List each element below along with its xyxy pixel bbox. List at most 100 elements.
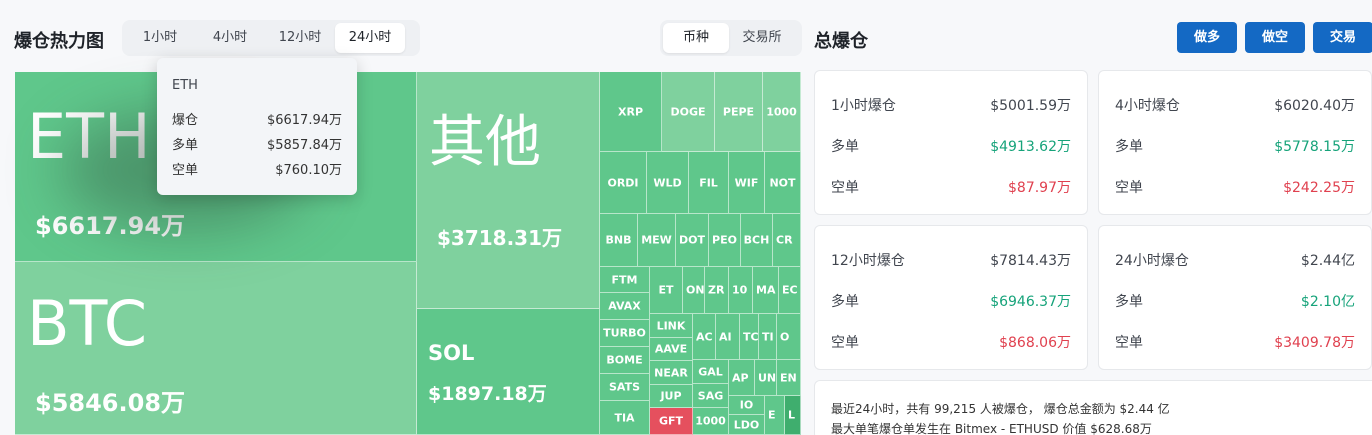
- summary-line-1: 最近24小时，共有 99,215 人被爆仓， 爆仓总金额为 $2.44 亿: [831, 402, 1170, 416]
- treemap-cell-wif[interactable]: WIF: [729, 152, 765, 214]
- treemap-cell-not[interactable]: NOT: [765, 152, 801, 214]
- tab-1h[interactable]: 1小时: [125, 23, 195, 53]
- treemap-cell-symbol: ON: [686, 283, 705, 297]
- treemap-cell-ma[interactable]: MA: [753, 267, 779, 314]
- treemap-cell-symbol: 1000: [766, 105, 797, 118]
- long-label: 多单: [1115, 139, 1143, 155]
- treemap-cell-turbo[interactable]: TURBO: [600, 320, 650, 347]
- treemap-cell-doge[interactable]: DOGE: [662, 72, 715, 152]
- tab-coin[interactable]: 币种: [663, 23, 729, 53]
- treemap-cell-near[interactable]: NEAR: [650, 361, 693, 385]
- treemap-cell-symbol: GAL: [698, 365, 723, 378]
- treemap-cell-dot[interactable]: DOT: [676, 214, 709, 267]
- tooltip-label: 爆仓: [172, 113, 199, 128]
- treemap-cell-on[interactable]: ON: [683, 267, 705, 314]
- tab-12h[interactable]: 12小时: [265, 23, 335, 53]
- treemap-cell-io[interactable]: IO: [729, 396, 765, 415]
- treemap-cell-en[interactable]: EN: [777, 360, 801, 396]
- treemap-cell-symbol: AC: [696, 330, 713, 343]
- treemap-cell-avax[interactable]: AVAX: [600, 293, 650, 320]
- tab-24h[interactable]: 24小时: [335, 23, 405, 53]
- treemap-cell-btc[interactable]: BTC $5846.08万: [15, 262, 417, 435]
- treemap-cell-symbol: L: [788, 408, 796, 422]
- treemap-cell-mew[interactable]: MEW: [638, 214, 676, 267]
- treemap-cell-10[interactable]: 10: [729, 267, 753, 314]
- treemap-cell-zr[interactable]: ZR: [705, 267, 729, 314]
- treemap-cell-ec[interactable]: EC: [779, 267, 801, 314]
- treemap-cell-e[interactable]: E: [765, 396, 785, 435]
- treemap-cell-aave[interactable]: AAVE: [650, 338, 693, 361]
- treemap-cell-symbol: TURBO: [603, 326, 646, 340]
- treemap-cell-ordi[interactable]: ORDI: [600, 152, 647, 214]
- tooltip-row: 爆仓 $6617.94万: [172, 109, 342, 134]
- liquidation-card-24h: 24小时爆仓 $2.44亿 多单 $2.10亿 空单 $3409.78万: [1098, 225, 1372, 370]
- treemap-cell-symbol: DOGE: [670, 105, 706, 118]
- treemap-cell-ftm[interactable]: FTM: [600, 267, 650, 293]
- treemap-cell-sol[interactable]: SOL $1897.18万: [417, 309, 600, 435]
- treemap-cell-ldo[interactable]: LDO: [729, 415, 765, 435]
- treemap-cell-bnb[interactable]: BNB: [600, 214, 638, 267]
- treemap-cell-symbol: EN: [780, 371, 797, 384]
- card-total-row: 24小时爆仓 $2.44亿: [1115, 250, 1355, 270]
- treemap-cell-gft[interactable]: GFT: [650, 408, 693, 435]
- treemap-cell-ap[interactable]: AP: [729, 360, 755, 396]
- treemap-cell-jup[interactable]: JUP: [650, 385, 693, 408]
- treemap-cell-1000[interactable]: 1000: [763, 72, 801, 152]
- treemap-cell-un[interactable]: UN: [755, 360, 777, 396]
- card-short-row: 空单 $242.25万: [1115, 177, 1355, 197]
- card-total: $5001.59万: [990, 98, 1071, 114]
- treemap-cell-xrp[interactable]: XRP: [600, 72, 662, 152]
- treemap-cell-symbol: BNB: [605, 233, 632, 247]
- tooltip-row: 多单 $5857.84万: [172, 134, 342, 159]
- treemap-cell-link[interactable]: LINK: [650, 314, 693, 338]
- short-label: 空单: [831, 335, 859, 351]
- treemap-cell-amount: $5846.08万: [35, 389, 186, 417]
- treemap-cell-symbol: JUP: [660, 389, 682, 403]
- treemap-cell-ac[interactable]: AC: [693, 314, 716, 360]
- short-label: 空单: [1115, 335, 1143, 351]
- treemap-cell-bch[interactable]: BCH: [741, 214, 773, 267]
- treemap-cell-peo[interactable]: PEO: [709, 214, 741, 267]
- treemap-cell-symbol: EC: [782, 283, 798, 297]
- treemap-cell-bome[interactable]: BOME: [600, 347, 650, 374]
- treemap-cell-symbol: 其他: [429, 110, 541, 175]
- treemap-cell-sag[interactable]: SAG: [693, 384, 729, 408]
- treemap-cell-gal[interactable]: GAL: [693, 360, 729, 384]
- treemap-cell-sats[interactable]: SATS: [600, 374, 650, 401]
- tooltip-value: $6617.94万: [266, 113, 342, 128]
- treemap-cell-wld[interactable]: WLD: [647, 152, 689, 214]
- trade-button[interactable]: 交易: [1313, 22, 1372, 53]
- long-button[interactable]: 做多: [1177, 22, 1237, 53]
- treemap-cell-symbol: ET: [658, 283, 674, 297]
- treemap-cell-pepe[interactable]: PEPE: [715, 72, 763, 152]
- treemap-cell-ti[interactable]: TI: [759, 314, 777, 360]
- treemap-cell-tia[interactable]: TIA: [600, 401, 650, 435]
- treemap-cell-l[interactable]: L: [785, 396, 801, 435]
- treemap-cell-symbol: MA: [756, 283, 776, 297]
- treemap-cell-tc[interactable]: TC: [740, 314, 759, 360]
- tooltip-value: $5857.84万: [266, 138, 342, 153]
- tooltip-label: 空单: [172, 163, 199, 178]
- treemap-cell-et[interactable]: ET: [650, 267, 683, 314]
- short-value: $242.25万: [1283, 180, 1355, 196]
- treemap-cell-o[interactable]: O: [777, 314, 801, 360]
- treemap-cell-symbol: PEO: [712, 233, 737, 247]
- treemap-cell-1000b[interactable]: 1000: [693, 408, 729, 435]
- treemap-cell-symbol: GFT: [658, 414, 684, 428]
- liquidation-card-12h: 12小时爆仓 $7814.43万 多单 $6946.37万 空单 $868.06…: [814, 225, 1088, 370]
- treemap-cell-amount: $3718.31万: [437, 226, 563, 250]
- tab-exchange[interactable]: 交易所: [729, 23, 795, 53]
- card-long-row: 多单 $6946.37万: [831, 291, 1071, 311]
- treemap-cell-fil[interactable]: FIL: [689, 152, 729, 214]
- treemap-cell-symbol: BTC: [27, 287, 148, 360]
- treemap-cell-ai[interactable]: AI: [716, 314, 740, 360]
- tab-4h[interactable]: 4小时: [195, 23, 265, 53]
- card-label: 1小时爆仓: [831, 98, 896, 114]
- treemap-cell-symbol: UN: [758, 371, 777, 384]
- long-value: $5778.15万: [1274, 139, 1355, 155]
- treemap-cell-cr[interactable]: CR: [773, 214, 801, 267]
- treemap-cell-symbol: O: [780, 330, 790, 343]
- treemap-cell-other[interactable]: 其他 $3718.31万: [417, 72, 600, 309]
- summary-line-2: 最大单笔爆仓单发生在 Bitmex - ETHUSD 价值 $628.68万: [831, 422, 1152, 435]
- short-button[interactable]: 做空: [1245, 22, 1305, 53]
